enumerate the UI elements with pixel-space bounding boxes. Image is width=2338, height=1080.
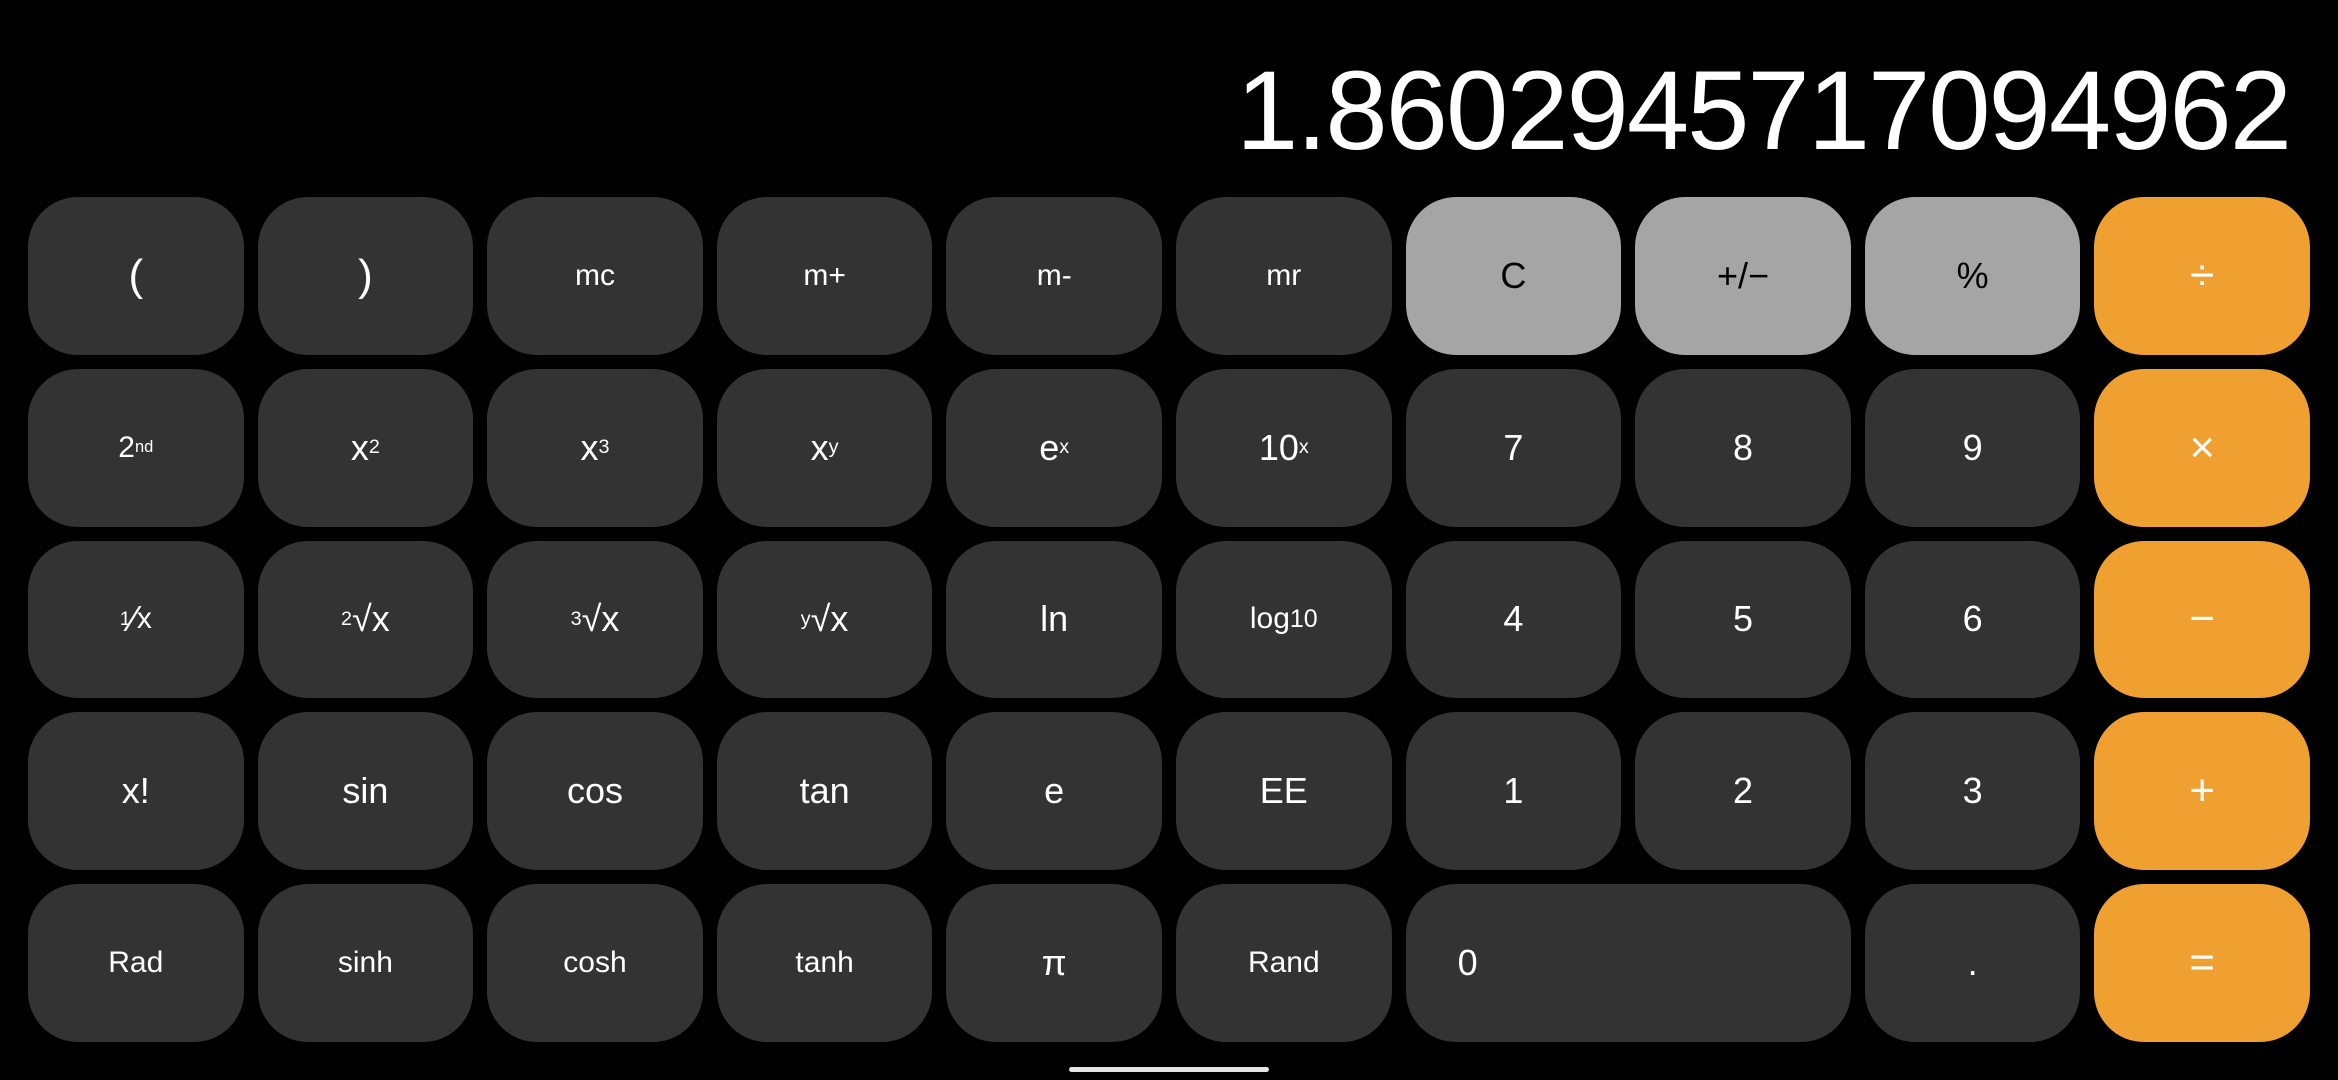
plusminus-button[interactable]: +/−: [1635, 197, 1851, 355]
button-grid: ()mcm+m-mrC+/−%÷ 2ndx2x3xyex10x789× 1⁄x2√x…: [0, 185, 2338, 1080]
2sqrtx-button[interactable]: 2√x: [258, 541, 474, 699]
cos-button[interactable]: cos: [487, 712, 703, 870]
divide-button[interactable]: ÷: [2094, 197, 2310, 355]
ln-button[interactable]: ln: [946, 541, 1162, 699]
percent-button[interactable]: %: [1865, 197, 2081, 355]
subtract-button[interactable]: −: [2094, 541, 2310, 699]
3sqrtx-button[interactable]: 3√x: [487, 541, 703, 699]
display-area: 1.8602945717094962: [0, 0, 2338, 185]
cosh-button[interactable]: cosh: [487, 884, 703, 1042]
sin-button[interactable]: sin: [258, 712, 474, 870]
m-plus-button[interactable]: m+: [717, 197, 933, 355]
rad-button[interactable]: Rad: [28, 884, 244, 1042]
multiply-button[interactable]: ×: [2094, 369, 2310, 527]
ysqrtx-button[interactable]: y√x: [717, 541, 933, 699]
mr-button[interactable]: mr: [1176, 197, 1392, 355]
e-button[interactable]: e: [946, 712, 1162, 870]
rand-button[interactable]: Rand: [1176, 884, 1392, 1042]
1-button[interactable]: 1: [1406, 712, 1622, 870]
clear-button[interactable]: C: [1406, 197, 1622, 355]
display-value: 1.8602945717094962: [1236, 55, 2290, 167]
home-indicator: [1069, 1067, 1269, 1072]
6-button[interactable]: 6: [1865, 541, 2081, 699]
x2-button[interactable]: x2: [258, 369, 474, 527]
x3-button[interactable]: x3: [487, 369, 703, 527]
7-button[interactable]: 7: [1406, 369, 1622, 527]
add-button[interactable]: +: [2094, 712, 2310, 870]
dot-button[interactable]: .: [1865, 884, 2081, 1042]
ex-button[interactable]: ex: [946, 369, 1162, 527]
4-button[interactable]: 4: [1406, 541, 1622, 699]
mc-button[interactable]: mc: [487, 197, 703, 355]
9-button[interactable]: 9: [1865, 369, 2081, 527]
xy-button[interactable]: xy: [717, 369, 933, 527]
equals-button[interactable]: =: [2094, 884, 2310, 1042]
2nd-button[interactable]: 2nd: [28, 369, 244, 527]
factorial-button[interactable]: x!: [28, 712, 244, 870]
1x-button[interactable]: 1⁄x: [28, 541, 244, 699]
2-button[interactable]: 2: [1635, 712, 1851, 870]
pi-button[interactable]: π: [946, 884, 1162, 1042]
close-paren-button[interactable]: ): [258, 197, 474, 355]
ee-button[interactable]: EE: [1176, 712, 1392, 870]
10x-button[interactable]: 10x: [1176, 369, 1392, 527]
tan-button[interactable]: tan: [717, 712, 933, 870]
log10-button[interactable]: log10: [1176, 541, 1392, 699]
0-button[interactable]: 0: [1406, 884, 1851, 1042]
open-paren-button[interactable]: (: [28, 197, 244, 355]
5-button[interactable]: 5: [1635, 541, 1851, 699]
m-minus-button[interactable]: m-: [946, 197, 1162, 355]
3-button[interactable]: 3: [1865, 712, 2081, 870]
tanh-button[interactable]: tanh: [717, 884, 933, 1042]
sinh-button[interactable]: sinh: [258, 884, 474, 1042]
8-button[interactable]: 8: [1635, 369, 1851, 527]
